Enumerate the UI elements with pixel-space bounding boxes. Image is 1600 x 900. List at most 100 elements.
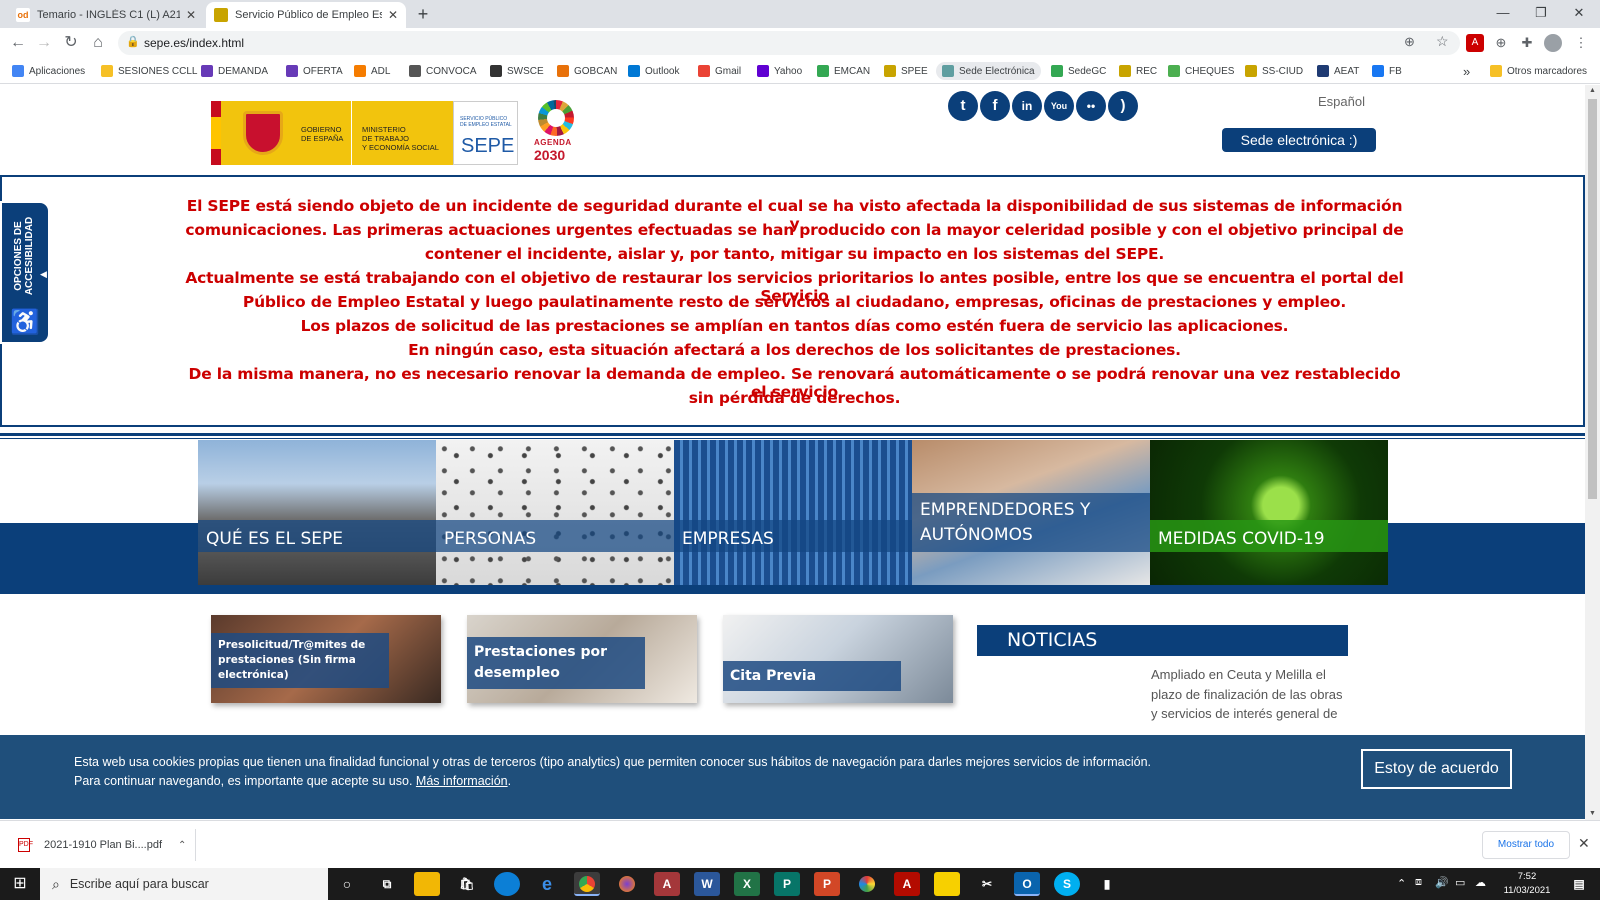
show-all-downloads-button[interactable]: Mostrar todo xyxy=(1482,831,1570,859)
bookmark-fb[interactable]: FB xyxy=(1372,62,1402,80)
snipping-tool-icon[interactable]: ✂ xyxy=(974,872,1000,896)
bookmark-gmail[interactable]: Gmail xyxy=(698,62,741,80)
store-icon[interactable]: 🛍 xyxy=(454,872,480,896)
photos-icon[interactable] xyxy=(854,872,880,896)
bookmark-convoca[interactable]: CONVOCA xyxy=(409,62,477,80)
rss-icon[interactable]: ) xyxy=(1108,91,1138,121)
chevron-up-icon[interactable]: ⌃ xyxy=(1397,877,1406,890)
acrobat-icon[interactable]: A xyxy=(894,872,920,896)
close-downloads-icon[interactable]: ✕ xyxy=(1578,835,1590,852)
bookmark-outlook[interactable]: Outlook xyxy=(628,62,679,80)
bookmark-star-icon[interactable]: ☆ xyxy=(1436,33,1449,50)
category-que-es-sepe[interactable]: QUÉ ES EL SEPE xyxy=(198,440,436,585)
other-bookmarks-folder[interactable]: Otros marcadores xyxy=(1490,62,1587,80)
cortana-icon[interactable]: ○ xyxy=(334,872,360,896)
outlook-icon[interactable]: O xyxy=(1014,872,1040,896)
bookmark-spee[interactable]: SPEE xyxy=(884,62,928,80)
window-close-button[interactable]: ✕ xyxy=(1560,2,1598,24)
bookmark-demanda[interactable]: DEMANDA xyxy=(201,62,268,80)
excel-icon[interactable]: X xyxy=(734,872,760,896)
powerpoint-icon[interactable]: P xyxy=(814,872,840,896)
home-button[interactable]: ⌂ xyxy=(87,32,109,54)
pdf-extension-icon[interactable]: A xyxy=(1466,34,1484,52)
tab-sepe[interactable]: Servicio Público de Empleo Estat ✕ xyxy=(206,2,406,28)
flickr-icon[interactable]: •• xyxy=(1076,91,1106,121)
scroll-down-arrow-icon[interactable]: ▼ xyxy=(1585,808,1600,820)
bookmark-sede-electronica[interactable]: Sede Electrónica xyxy=(936,62,1041,80)
category-personas[interactable]: PERSONAS xyxy=(436,440,674,585)
government-logo[interactable]: GOBIERNO DE ESPAÑA MINISTERIO DE TRABAJO… xyxy=(211,101,518,165)
card-cita-previa[interactable]: Cita Previa xyxy=(723,615,953,703)
bookmark-emcan[interactable]: EMCAN xyxy=(817,62,870,80)
news-item-text[interactable]: Ampliado en Ceuta y Melilla el plazo de … xyxy=(1151,665,1351,724)
taskbar-search[interactable]: ⌕ Escribe aquí para buscar xyxy=(40,868,328,900)
bookmark-aplicaciones[interactable]: Aplicaciones xyxy=(12,62,85,80)
file-explorer-icon[interactable] xyxy=(414,872,440,896)
language-selector[interactable]: Español xyxy=(1318,94,1365,109)
display-icon[interactable]: ▭ xyxy=(1455,876,1465,889)
skype-icon[interactable]: S xyxy=(1054,872,1080,896)
zoom-extension-icon[interactable]: ⊕ xyxy=(1492,34,1510,52)
bookmark-oferta[interactable]: OFERTA xyxy=(286,62,343,80)
close-icon[interactable]: ✕ xyxy=(388,8,398,22)
bookmark-rec[interactable]: REC xyxy=(1119,62,1157,80)
profile-avatar[interactable] xyxy=(1544,34,1562,52)
zoom-icon[interactable]: ⊕ xyxy=(1404,34,1415,50)
agenda-2030-logo[interactable]: AGENDA 2030 xyxy=(532,100,580,166)
chevron-up-icon[interactable]: ⌃ xyxy=(178,840,186,851)
scroll-up-arrow-icon[interactable]: ▲ xyxy=(1585,85,1600,97)
scrollbar-thumb[interactable] xyxy=(1588,99,1597,499)
tab-temario[interactable]: od Temario - INGLÉS C1 (L) A21CR0( ✕ xyxy=(8,2,204,28)
forward-button[interactable]: → xyxy=(33,32,55,54)
twitter-icon[interactable]: t xyxy=(948,91,978,121)
card-presolicitud[interactable]: Presolicitud/Tr@mites de prestaciones (S… xyxy=(211,615,441,703)
bookmark-yahoo[interactable]: Yahoo xyxy=(757,62,802,80)
windows-start-icon[interactable]: ⊞ xyxy=(0,868,40,900)
extensions-puzzle-icon[interactable]: ✚ xyxy=(1518,34,1536,52)
accessibility-options-tab[interactable]: OPCIONES DE ACCESIBILIDAD ◀ ♿ xyxy=(0,201,50,344)
bookmark-cheques[interactable]: CHEQUES xyxy=(1168,62,1234,80)
publisher-icon[interactable]: P xyxy=(774,872,800,896)
linkedin-icon[interactable]: in xyxy=(1012,91,1042,121)
page-scrollbar[interactable]: ▲ ▼ xyxy=(1585,85,1600,820)
bookmark-aeat[interactable]: AEAT xyxy=(1317,62,1359,80)
edge-icon[interactable] xyxy=(494,872,520,896)
volume-icon[interactable]: 🔊 xyxy=(1435,876,1449,889)
new-tab-button[interactable]: + xyxy=(412,4,434,26)
facebook-icon[interactable]: f xyxy=(980,91,1010,121)
sede-electronica-button[interactable]: Sede electrónica :) xyxy=(1222,128,1376,152)
bookmark-sesiones[interactable]: SESIONES CCLL xyxy=(101,62,197,80)
camera-icon[interactable]: ▮ xyxy=(1094,872,1120,896)
close-icon[interactable]: ✕ xyxy=(186,8,196,22)
menu-kebab-icon[interactable]: ⋮ xyxy=(1572,34,1590,52)
bookmark-gobcan[interactable]: GOBCAN xyxy=(557,62,617,80)
reload-button[interactable]: ↻ xyxy=(60,32,82,54)
category-empresas[interactable]: EMPRESAS xyxy=(674,440,912,585)
network-icon[interactable]: ⧈ xyxy=(1415,876,1422,889)
sticky-notes-icon[interactable] xyxy=(934,872,960,896)
address-bar[interactable]: 🔒 sepe.es/index.html ⊕ ☆ xyxy=(118,31,1460,55)
notifications-icon[interactable]: ▤ xyxy=(1566,872,1592,896)
bookmark-ss-ciud[interactable]: SS-CIUD xyxy=(1245,62,1303,80)
accept-cookies-button[interactable]: Estoy de acuerdo xyxy=(1361,749,1512,789)
chrome-icon[interactable] xyxy=(574,872,600,896)
clock[interactable]: 7:52 11/03/2021 xyxy=(1500,870,1554,898)
back-button[interactable]: ← xyxy=(7,32,29,54)
category-emprendedores[interactable]: EMPRENDEDORES Y AUTÓNOMOS xyxy=(912,440,1150,585)
card-prestaciones[interactable]: Prestaciones por desempleo xyxy=(467,615,697,703)
bookmarks-overflow-button[interactable]: » xyxy=(1463,62,1470,80)
bookmark-adl[interactable]: ADL xyxy=(354,62,390,80)
minimize-button[interactable]: — xyxy=(1484,2,1522,24)
word-icon[interactable]: W xyxy=(694,872,720,896)
download-item[interactable]: PDF 2021-1910 Plan Bi....pdf ⌃ xyxy=(10,829,196,861)
category-covid[interactable]: MEDIDAS COVID-19 xyxy=(1150,440,1388,585)
access-icon[interactable]: A xyxy=(654,872,680,896)
task-view-icon[interactable]: ⧉ xyxy=(374,872,400,896)
ie-icon[interactable]: e xyxy=(534,872,560,896)
youtube-icon[interactable]: You xyxy=(1044,91,1074,121)
restore-button[interactable]: ❐ xyxy=(1522,2,1560,24)
onedrive-icon[interactable]: ☁ xyxy=(1475,876,1486,889)
bookmark-sedegc[interactable]: SedeGC xyxy=(1051,62,1106,80)
bookmark-swsce[interactable]: SWSCE xyxy=(490,62,544,80)
firefox-icon[interactable] xyxy=(614,872,640,896)
